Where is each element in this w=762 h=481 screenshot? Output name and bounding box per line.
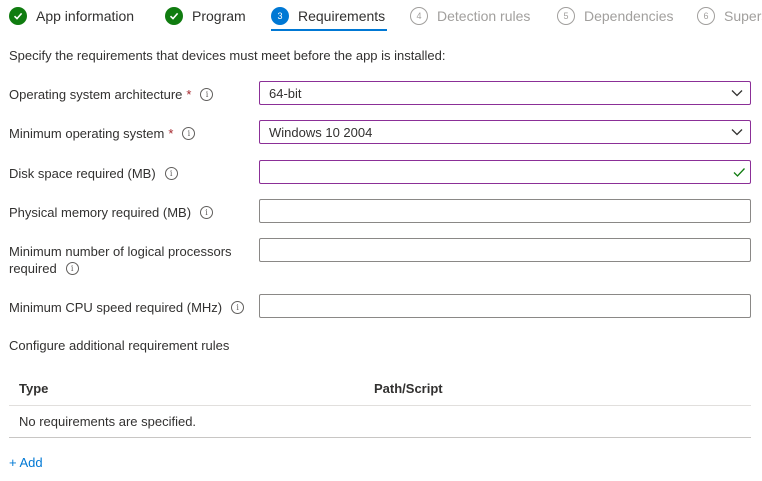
step-detection-rules[interactable]: 4 Detection rules: [410, 6, 530, 32]
column-header-path-script: Path/Script: [374, 381, 443, 396]
required-asterisk: *: [186, 87, 192, 102]
info-icon[interactable]: i: [200, 88, 214, 102]
min-os-label: Minimum operating system * i: [9, 125, 196, 142]
memory-input[interactable]: [259, 199, 751, 223]
info-icon[interactable]: i: [200, 206, 214, 220]
info-icon[interactable]: i: [182, 127, 196, 141]
step-number-icon: 5: [557, 7, 575, 25]
step-label: Supers: [724, 8, 762, 24]
step-supersedence[interactable]: 6 Supers: [697, 6, 762, 32]
disk-space-label-text: Disk space required (MB): [9, 166, 156, 181]
wizard-steps: App information Program 3 Requirements 4…: [0, 0, 762, 34]
step-label: App information: [36, 8, 135, 24]
cpu-speed-label: Minimum CPU speed required (MHz) i: [9, 299, 245, 316]
step-number-icon: 6: [697, 7, 715, 25]
table-divider: [9, 405, 751, 406]
active-step-underline: [271, 29, 387, 31]
step-number-icon: 4: [410, 7, 428, 25]
disk-space-input[interactable]: [259, 160, 751, 184]
add-rule-link[interactable]: + Add: [9, 455, 43, 470]
step-label: Program: [192, 8, 246, 24]
chevron-down-icon: [731, 129, 743, 136]
os-architecture-value: 64-bit: [269, 86, 302, 101]
disk-space-label: Disk space required (MB) i: [9, 165, 178, 182]
step-label: Detection rules: [437, 8, 531, 24]
column-header-type: Type: [19, 381, 49, 396]
os-architecture-label: Operating system architecture * i: [9, 86, 214, 103]
step-program[interactable]: Program: [165, 6, 246, 32]
cpu-speed-label-text: Minimum CPU speed required (MHz): [9, 300, 223, 315]
memory-label: Physical memory required (MB) i: [9, 204, 214, 221]
memory-label-text: Physical memory required (MB): [9, 205, 192, 220]
table-bottom-divider: [9, 437, 751, 438]
min-os-value: Windows 10 2004: [269, 125, 373, 140]
step-app-information[interactable]: App information: [9, 6, 134, 32]
required-asterisk: *: [168, 126, 174, 141]
checkmark-icon: [9, 7, 27, 25]
intro-text: Specify the requirements that devices mu…: [9, 48, 446, 63]
os-architecture-label-text: Operating system architecture: [9, 87, 183, 102]
chevron-down-icon: [731, 90, 743, 97]
info-icon[interactable]: i: [65, 262, 79, 276]
processors-label-line2: required: [9, 261, 57, 276]
step-number-icon: 3: [271, 7, 289, 25]
min-os-dropdown[interactable]: Windows 10 2004: [259, 120, 751, 144]
step-label: Requirements: [298, 8, 386, 24]
processors-label-line1: Minimum number of logical processors: [9, 244, 232, 259]
step-label: Dependencies: [584, 8, 674, 24]
empty-table-message: No requirements are specified.: [19, 414, 197, 429]
processors-label: Minimum number of logical processors req…: [9, 243, 232, 277]
min-os-label-text: Minimum operating system: [9, 126, 165, 141]
info-icon[interactable]: i: [164, 167, 178, 181]
os-architecture-dropdown[interactable]: 64-bit: [259, 81, 751, 105]
info-icon[interactable]: i: [231, 301, 245, 315]
step-dependencies[interactable]: 5 Dependencies: [557, 6, 674, 32]
checkmark-icon: [733, 168, 745, 177]
cpu-speed-input[interactable]: [259, 294, 751, 318]
additional-rules-title: Configure additional requirement rules: [9, 338, 230, 353]
checkmark-icon: [165, 7, 183, 25]
processors-input[interactable]: [259, 238, 751, 262]
